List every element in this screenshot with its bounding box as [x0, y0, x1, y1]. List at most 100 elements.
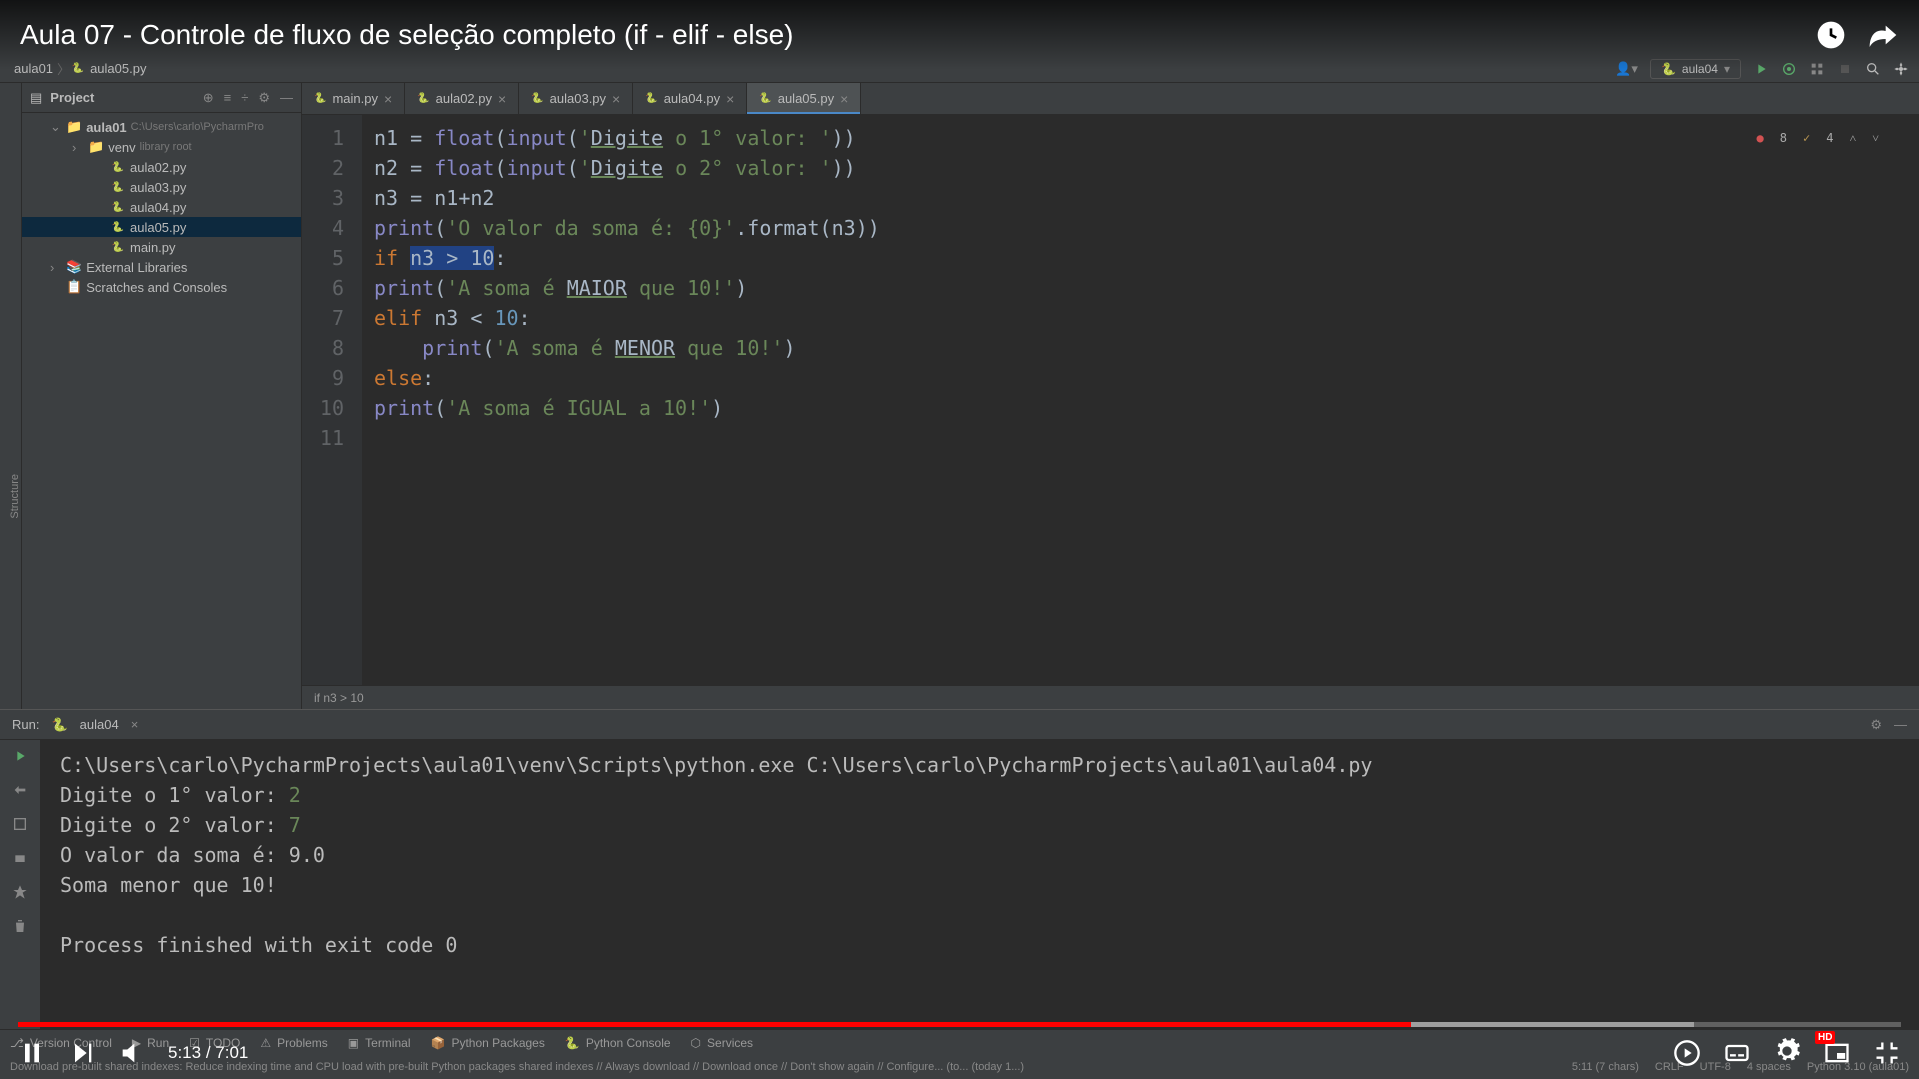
tree-file[interactable]: 🐍 aula03.py [22, 177, 301, 197]
structure-tab[interactable]: Structure [9, 474, 21, 519]
tab-label: aula03.py [550, 91, 606, 106]
layout-icon[interactable] [12, 816, 28, 832]
python-icon: 🐍 [759, 93, 771, 104]
console-path: C:\Users\carlo\PycharmProjects\aula01\ve… [60, 750, 1899, 780]
editor-tabs: 🐍main.py×🐍aula02.py×🐍aula03.py×🐍aula04.p… [302, 83, 1919, 115]
settings-button[interactable]: HD [1773, 1037, 1801, 1070]
pin-icon[interactable] [12, 884, 28, 900]
close-icon[interactable]: × [384, 91, 392, 107]
code-line[interactable]: print('A soma é MAIOR que 10!') [374, 273, 1919, 303]
folder-icon: 📁 [88, 139, 104, 155]
code-editor[interactable]: ●8 ✓4 ˄ ˅ 1234567891011 n1 = float(input… [302, 115, 1919, 685]
python-icon: 🐍 [110, 199, 126, 215]
run-title: Run: [12, 717, 39, 732]
library-icon: 📚 [66, 259, 82, 275]
target-icon[interactable]: ⊕ [203, 90, 214, 106]
tree-file[interactable]: 🐍 aula04.py [22, 197, 301, 217]
external-libs-label: External Libraries [86, 260, 187, 275]
python-icon: 🐍 [314, 93, 326, 104]
progress-played [18, 1022, 1411, 1027]
trash-icon[interactable] [12, 918, 28, 934]
time-display: 5:13 / 7:01 [168, 1043, 248, 1063]
run-config-name: aula04 [80, 717, 119, 732]
tree-root[interactable]: ⌄ 📁 aula01 C:\Users\carlo\PycharmPro [22, 117, 301, 137]
video-progress[interactable] [18, 1022, 1901, 1027]
close-icon[interactable]: × [726, 91, 734, 107]
gear-icon[interactable]: ⚙ [1870, 717, 1882, 733]
editor-tab[interactable]: 🐍aula05.py× [747, 83, 861, 114]
run-panel: Run: 🐍 aula04 × ⚙ — C:\Users\carlo\Pycha… [0, 709, 1919, 1029]
venv-hint: library root [140, 141, 192, 153]
folder-icon: ▤ [30, 90, 42, 106]
captions-icon[interactable] [1723, 1039, 1751, 1067]
tab-label: aula02.py [436, 91, 492, 106]
close-icon[interactable]: × [131, 717, 139, 732]
controls-row: 5:13 / 7:01 HD [0, 1027, 1919, 1079]
chevron-right-icon: › [72, 140, 84, 155]
code-line[interactable] [374, 423, 1919, 453]
tree-venv[interactable]: › 📁 venv library root [22, 137, 301, 157]
run-body: C:\Users\carlo\PycharmProjects\aula01\ve… [0, 740, 1919, 1029]
code-line[interactable]: print('A soma é IGUAL a 10!') [374, 393, 1919, 423]
line-gutter: 1234567891011 [302, 115, 362, 685]
code-line[interactable]: print('A soma é MENOR que 10!') [374, 333, 1919, 363]
close-icon[interactable]: × [612, 91, 620, 107]
file-name: aula05.py [130, 220, 186, 235]
share-icon[interactable] [1867, 19, 1899, 51]
tree-file[interactable]: 🐍 aula02.py [22, 157, 301, 177]
tree-file[interactable]: 🐍aula05.py [22, 217, 301, 237]
video-controls: 5:13 / 7:01 HD [0, 1022, 1919, 1079]
code-line[interactable]: n1 = float(input('Digite o 1° valor: ')) [374, 123, 1919, 153]
next-icon[interactable] [68, 1039, 96, 1067]
code-line[interactable]: print('O valor da soma é: {0}'.format(n3… [374, 213, 1919, 243]
code-breadcrumb[interactable]: if n3 > 10 [302, 685, 1919, 709]
expand-icon[interactable]: ≡ [224, 90, 232, 106]
code-line[interactable]: n2 = float(input('Digite o 2° valor: ')) [374, 153, 1919, 183]
console-output[interactable]: C:\Users\carlo\PycharmProjects\aula01\ve… [40, 740, 1919, 1029]
gear-icon[interactable]: ⚙ [258, 90, 270, 106]
file-name: aula04.py [130, 200, 186, 215]
volume-icon[interactable] [118, 1039, 146, 1067]
code-content[interactable]: n1 = float(input('Digite o 1° valor: '))… [362, 115, 1919, 685]
editor-tab[interactable]: 🐍 aula04.py × [633, 83, 747, 114]
code-line[interactable]: n3 = n1+n2 [374, 183, 1919, 213]
python-icon: 🐍 [110, 159, 126, 175]
editor-tab[interactable]: 🐍main.py× [302, 83, 405, 114]
left-tool-gutter: Structure Bookmarks [0, 83, 22, 709]
editor-tab[interactable]: 🐍aula02.py× [405, 83, 519, 114]
close-icon[interactable]: × [498, 91, 506, 107]
file-name: aula03.py [130, 180, 186, 195]
watch-later-icon[interactable] [1815, 19, 1847, 51]
close-icon[interactable]: × [840, 91, 848, 107]
tree-scratches[interactable]: 📋 Scratches and Consoles [22, 277, 301, 297]
pause-icon[interactable] [18, 1039, 46, 1067]
code-line[interactable]: if n3 > 10: [374, 243, 1919, 273]
tree-external-libs[interactable]: › 📚 External Libraries [22, 257, 301, 277]
file-name: aula02.py [130, 160, 186, 175]
play-circle-icon[interactable] [1673, 1039, 1701, 1067]
print-icon[interactable] [12, 850, 28, 866]
scratches-label: Scratches and Consoles [86, 280, 227, 295]
fullscreen-exit-icon[interactable] [1873, 1039, 1901, 1067]
collapse-icon[interactable]: ÷ [241, 90, 248, 106]
tree-file[interactable]: 🐍main.py [22, 237, 301, 257]
python-icon: 🐍 [110, 179, 126, 195]
python-icon: 🐍 [51, 717, 67, 733]
project-panel-icons: ⊕ ≡ ÷ ⚙ — [203, 90, 293, 106]
hd-badge: HD [1815, 1031, 1835, 1044]
rerun-icon[interactable] [12, 748, 28, 764]
project-panel-title: Project [50, 90, 94, 105]
tab-label: aula04.py [664, 91, 720, 106]
project-panel: ▤ Project ⊕ ≡ ÷ ⚙ — ⌄ 📁 aula01 C:\Users\… [22, 83, 302, 709]
code-line[interactable]: elif n3 < 10: [374, 303, 1919, 333]
minimize-icon[interactable]: — [1894, 717, 1907, 733]
code-line[interactable]: else: [374, 363, 1919, 393]
console-line: Digite o 1° valor: 2 [60, 780, 1899, 810]
duration: 7:01 [215, 1043, 248, 1062]
console-line: O valor da soma é: 9.0 [60, 840, 1899, 870]
main-row: Structure Bookmarks ▤ Project ⊕ ≡ ÷ ⚙ — … [0, 83, 1919, 709]
editor-tab[interactable]: 🐍aula03.py× [519, 83, 633, 114]
minimize-icon[interactable]: — [280, 90, 293, 106]
python-icon: 🐍 [645, 93, 657, 104]
stop-icon[interactable] [12, 782, 28, 798]
